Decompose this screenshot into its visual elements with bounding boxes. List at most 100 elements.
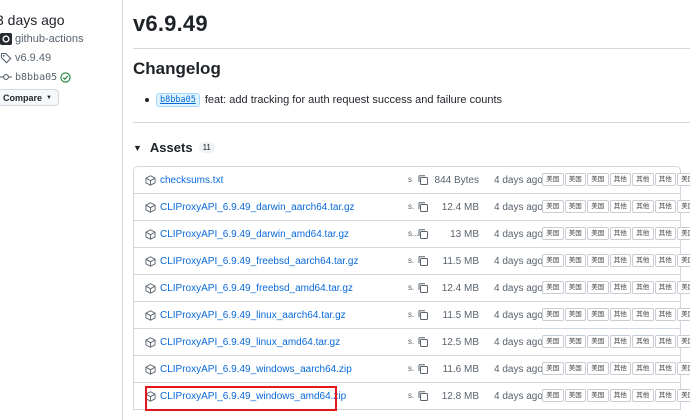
mirror-download-button[interactable]: 美国 <box>677 281 690 294</box>
changelog-heading: Changelog <box>133 59 221 78</box>
mirror-download-button[interactable]: 美国 <box>677 335 690 348</box>
mirror-download-button[interactable]: 美国 <box>564 254 586 267</box>
mirror-download-button[interactable]: 其他 <box>632 200 654 213</box>
mirror-download-button[interactable]: 其他 <box>632 254 654 267</box>
mirror-download-button[interactable]: 其他 <box>609 254 631 267</box>
commit-row[interactable]: b8bba05 <box>0 71 71 83</box>
mirror-download-button[interactable]: 其他 <box>654 200 676 213</box>
mirror-download-button[interactable]: 其他 <box>654 173 676 186</box>
mirror-download-button[interactable]: 其他 <box>609 335 631 348</box>
mirror-download-button[interactable]: 其他 <box>632 227 654 240</box>
mirror-download-button[interactable]: 美国 <box>677 227 690 240</box>
author-row[interactable]: github-actions <box>0 33 84 45</box>
asset-link[interactable]: CLIProxyAPI_6.9.49_darwin_amd64.tar.gz <box>160 229 349 240</box>
mirror-download-button[interactable]: 其他 <box>609 173 631 186</box>
package-icon <box>145 175 156 186</box>
assets-toggle[interactable]: ▼ Assets 11 <box>133 140 215 155</box>
asset-link[interactable]: checksums.txt <box>160 175 223 186</box>
asset-link[interactable]: CLIProxyAPI_6.9.49_linux_aarch64.tar.gz <box>160 310 346 321</box>
mirror-download-button[interactable]: 美国 <box>564 227 586 240</box>
mirror-download-button[interactable]: 美国 <box>677 362 690 375</box>
copy-icon[interactable] <box>417 255 429 267</box>
copy-icon[interactable] <box>417 336 429 348</box>
changelog-commit-link[interactable]: b8bba05 <box>156 93 200 107</box>
mirror-download-button[interactable]: 其他 <box>609 227 631 240</box>
copy-icon[interactable] <box>417 174 429 186</box>
mirror-download-button[interactable]: 美国 <box>564 362 586 375</box>
mirror-download-button[interactable]: 其他 <box>632 308 654 321</box>
mirror-download-button[interactable]: 其他 <box>609 362 631 375</box>
mirror-download-button[interactable]: 美国 <box>587 227 609 240</box>
mirror-download-button[interactable]: 美国 <box>677 200 690 213</box>
copy-icon[interactable] <box>417 282 429 294</box>
release-main: v6.9.49 Changelog b8bba05 feat: add trac… <box>133 0 690 420</box>
mirror-download-button[interactable]: 美国 <box>542 200 564 213</box>
mirror-download-button[interactable]: 其他 <box>654 362 676 375</box>
asset-date: 4 days ago <box>494 391 543 402</box>
mirror-download-button[interactable]: 美国 <box>677 173 690 186</box>
mirror-download-button[interactable]: 其他 <box>632 389 654 402</box>
mirror-download-button[interactable]: 其他 <box>654 335 676 348</box>
mirror-download-button[interactable]: 美国 <box>542 254 564 267</box>
mirror-download-button[interactable]: 其他 <box>654 308 676 321</box>
mirror-download-button[interactable]: 其他 <box>632 281 654 294</box>
compare-button[interactable]: Compare ▼ <box>0 89 59 106</box>
asset-link[interactable]: CLIProxyAPI_6.9.49_windows_amd64.zip <box>160 391 346 402</box>
asset-link[interactable]: CLIProxyAPI_6.9.49_windows_aarch64.zip <box>160 364 352 375</box>
mirror-download-button[interactable]: 美国 <box>542 227 564 240</box>
mirror-download-button[interactable]: 美国 <box>542 281 564 294</box>
commit-sha[interactable]: b8bba05 <box>15 72 57 83</box>
copy-icon[interactable] <box>417 201 429 213</box>
mirror-download-button[interactable]: 其他 <box>609 281 631 294</box>
mirror-download-button[interactable]: 美国 <box>564 389 586 402</box>
mirror-download-button[interactable]: 美国 <box>587 362 609 375</box>
mirror-download-button[interactable]: 其他 <box>609 200 631 213</box>
mirror-download-button[interactable]: 美国 <box>564 200 586 213</box>
mirror-download-button[interactable]: 美国 <box>564 308 586 321</box>
mirror-download-button[interactable]: 美国 <box>542 362 564 375</box>
mirror-download-button[interactable]: 其他 <box>654 254 676 267</box>
mirror-download-button[interactable]: 其他 <box>632 173 654 186</box>
mirror-download-button[interactable]: 美国 <box>542 389 564 402</box>
mirror-download-button[interactable]: 美国 <box>587 389 609 402</box>
mirror-download-button[interactable]: 其他 <box>632 362 654 375</box>
mirror-download-button[interactable]: 美国 <box>587 335 609 348</box>
mirror-download-button[interactable]: 美国 <box>542 173 564 186</box>
mirror-download-button[interactable]: 其他 <box>632 335 654 348</box>
mirror-download-button[interactable]: 其他 <box>609 308 631 321</box>
tag-name[interactable]: v6.9.49 <box>15 52 51 64</box>
release-title[interactable]: v6.9.49 <box>133 11 208 37</box>
mirror-download-button[interactable]: 美国 <box>677 254 690 267</box>
mirror-download-button[interactable]: 美国 <box>542 335 564 348</box>
copy-icon[interactable] <box>417 363 429 375</box>
asset-link[interactable]: CLIProxyAPI_6.9.49_darwin_aarch64.tar.gz <box>160 202 355 213</box>
mirror-download-button[interactable]: 美国 <box>587 200 609 213</box>
mirror-download-button[interactable]: 美国 <box>564 173 586 186</box>
asset-size: 12.5 MB <box>441 337 479 348</box>
copy-icon[interactable] <box>417 309 429 321</box>
mirror-download-button[interactable]: 其他 <box>654 227 676 240</box>
mirror-download-button[interactable]: 美国 <box>564 335 586 348</box>
asset-link[interactable]: CLIProxyAPI_6.9.49_freebsd_aarch64.tar.g… <box>160 256 358 267</box>
mirror-download-button[interactable]: 其他 <box>654 281 676 294</box>
mirror-download-button[interactable]: 其他 <box>654 389 676 402</box>
tag-row[interactable]: v6.9.49 <box>0 52 51 64</box>
mirror-download-button[interactable]: 美国 <box>587 254 609 267</box>
mirror-download-button[interactable]: 美国 <box>564 281 586 294</box>
asset-link[interactable]: CLIProxyAPI_6.9.49_linux_amd64.tar.gz <box>160 337 340 348</box>
asset-date: 4 days ago <box>494 256 543 267</box>
mirror-download-button[interactable]: 美国 <box>677 308 690 321</box>
bullet-icon <box>145 98 149 102</box>
mirror-download-button[interactable]: 美国 <box>587 173 609 186</box>
mirror-download-button[interactable]: 美国 <box>587 281 609 294</box>
copy-icon[interactable] <box>417 228 429 240</box>
asset-link[interactable]: CLIProxyAPI_6.9.49_freebsd_amd64.tar.gz <box>160 283 353 294</box>
mirror-download-button[interactable]: 美国 <box>587 308 609 321</box>
author-name[interactable]: github-actions <box>15 33 84 45</box>
mirror-download-button[interactable]: 其他 <box>609 389 631 402</box>
mirror-download-button[interactable]: 美国 <box>677 389 690 402</box>
copy-icon[interactable] <box>417 390 429 402</box>
mirror-download-button[interactable]: 美国 <box>542 308 564 321</box>
changelog-item: b8bba05 feat: add tracking for auth requ… <box>145 93 502 107</box>
changelog-divider <box>133 122 690 123</box>
